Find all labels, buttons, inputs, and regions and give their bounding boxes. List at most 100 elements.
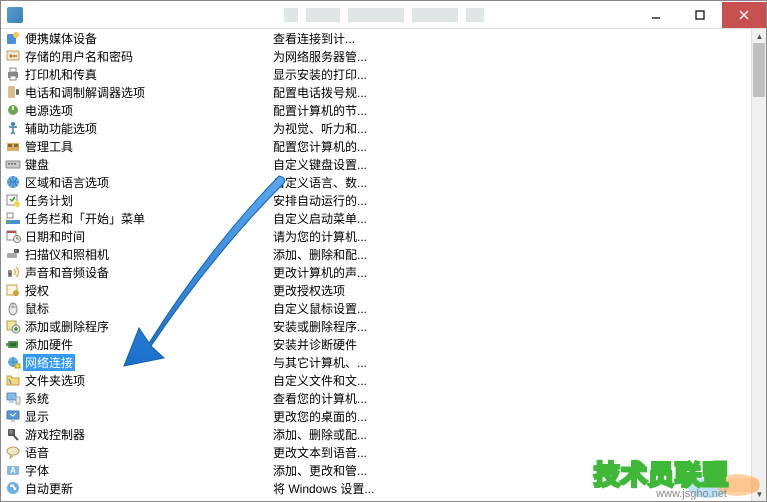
item-description: 自定义文件和文... [273, 372, 751, 389]
item-name: 辅助功能选项 [23, 120, 99, 137]
item-description: 安排自动运行的... [273, 192, 751, 209]
item-description: 添加、删除和配... [273, 246, 751, 263]
item-description: 自定义语言、数... [273, 174, 751, 191]
password-icon [5, 48, 21, 64]
list-row[interactable]: 显示 更改您的桌面的... [1, 407, 751, 425]
item-name: 日期和时间 [23, 228, 87, 245]
item-description: 配置您计算机的... [273, 138, 751, 155]
item-name: 电话和调制解调器选项 [23, 84, 147, 101]
item-description: 添加、删除或配... [273, 426, 751, 443]
item-name: 鼠标 [23, 300, 51, 317]
scrollbar[interactable]: ▲ ▼ [751, 29, 766, 501]
title-blurred [284, 8, 484, 22]
region-icon [5, 174, 21, 190]
list-row[interactable]: 任务栏和「开始」菜单自定义启动菜单... [1, 209, 751, 227]
item-name: 添加硬件 [23, 336, 75, 353]
list-row[interactable]: 日期和时间 请为您的计算机... [1, 227, 751, 245]
item-name: 网络连接 [23, 354, 75, 371]
list-row[interactable]: 存储的用户名和密码 为网络服务器管... [1, 47, 751, 65]
display-icon [5, 408, 21, 424]
item-description: 更改计算机的声... [273, 264, 751, 281]
item-description: 更改您的桌面的... [273, 408, 751, 425]
list-row[interactable]: 添加或删除程序 安装或删除程序... [1, 317, 751, 335]
list-row[interactable]: 辅助功能选项 为视觉、听力和... [1, 119, 751, 137]
item-name: 文件夹选项 [23, 372, 87, 389]
item-description: 为视觉、听力和... [273, 120, 751, 137]
list-row[interactable]: 便携媒体设备 查看连接到计... [1, 29, 751, 47]
network-icon [5, 354, 21, 370]
list-row[interactable]: 扫描仪和照相机 添加、删除和配... [1, 245, 751, 263]
content-area: 便携媒体设备 查看连接到计... 存储的用户名和密码 为网络服务器管...打印机和传真… [1, 29, 766, 501]
list-row[interactable]: 区域和语言选项 自定义语言、数... [1, 173, 751, 191]
list-row[interactable]: 鼠标 自定义鼠标设置... [1, 299, 751, 317]
list-row[interactable]: 任务计划安排自动运行的... [1, 191, 751, 209]
watermark-text: 技术员联盟 [594, 455, 729, 492]
item-name: 扫描仪和照相机 [23, 246, 111, 263]
list-row[interactable]: 游戏控制器 添加、删除或配... [1, 425, 751, 443]
game-icon [5, 426, 21, 442]
speech-icon [5, 444, 21, 460]
item-name: 语音 [23, 444, 51, 461]
maximize-button[interactable] [678, 2, 722, 28]
item-name: 便携媒体设备 [23, 30, 99, 47]
scroll-up-arrow[interactable]: ▲ [752, 29, 766, 43]
list-row[interactable]: 电话和调制解调器选项 配置电话拨号规... [1, 83, 751, 101]
list-row[interactable]: 添加硬件安装并诊断硬件 [1, 335, 751, 353]
titlebar [1, 1, 766, 29]
item-name: 电源选项 [23, 102, 75, 119]
item-name: 键盘 [23, 156, 51, 173]
item-description: 与其它计算机、... [273, 354, 751, 371]
window-frame: 便携媒体设备 查看连接到计... 存储的用户名和密码 为网络服务器管...打印机和传真… [0, 0, 767, 502]
item-name: 添加或删除程序 [23, 318, 111, 335]
datetime-icon [5, 228, 21, 244]
scanner-icon [5, 246, 21, 262]
task-icon [5, 192, 21, 208]
item-description: 请为您的计算机... [273, 228, 751, 245]
list-area[interactable]: 便携媒体设备 查看连接到计... 存储的用户名和密码 为网络服务器管...打印机和传真… [1, 29, 751, 501]
accessibility-icon [5, 120, 21, 136]
minimize-button[interactable] [634, 2, 678, 28]
power-icon [5, 102, 21, 118]
item-name: 声音和音频设备 [23, 264, 111, 281]
list-row[interactable]: 打印机和传真显示安装的打印... [1, 65, 751, 83]
list-row[interactable]: 声音和音频设备 更改计算机的声... [1, 263, 751, 281]
mouse-icon [5, 300, 21, 316]
programs-icon [5, 318, 21, 334]
list-row[interactable]: 键盘 自定义键盘设置... [1, 155, 751, 173]
scrollbar-thumb[interactable] [753, 43, 765, 97]
item-description: 为网络服务器管... [273, 48, 751, 65]
item-name: 字体 [23, 462, 51, 479]
item-name: 游戏控制器 [23, 426, 87, 443]
license-icon [5, 282, 21, 298]
app-icon [7, 7, 23, 23]
printer-icon [5, 66, 21, 82]
list-row[interactable]: 电源选项配置计算机的节... [1, 101, 751, 119]
item-name: 存储的用户名和密码 [23, 48, 135, 65]
system-icon [5, 390, 21, 406]
close-button[interactable] [722, 2, 766, 28]
sound-icon [5, 264, 21, 280]
list-row[interactable]: 文件夹选项 自定义文件和文... [1, 371, 751, 389]
phone-icon [5, 84, 21, 100]
list-row[interactable]: 管理工具配置您计算机的... [1, 137, 751, 155]
item-description: 安装或删除程序... [273, 318, 751, 335]
item-description: 配置电话拨号规... [273, 84, 751, 101]
item-name: 系统 [23, 390, 51, 407]
list-row[interactable]: 网络连接 与其它计算机、... [1, 353, 751, 371]
item-description: 查看您的计算机... [273, 390, 751, 407]
item-name: 自动更新 [23, 480, 75, 497]
taskbar-icon [5, 210, 21, 226]
item-name: 区域和语言选项 [23, 174, 111, 191]
list-row[interactable]: 系统 查看您的计算机... [1, 389, 751, 407]
item-name: 显示 [23, 408, 51, 425]
hardware-icon [5, 336, 21, 352]
keyboard-icon [5, 156, 21, 172]
watermark-logo: 技术员联盟 [594, 455, 729, 492]
portable-media-icon [5, 30, 21, 46]
item-description: 自定义键盘设置... [273, 156, 751, 173]
font-icon: A [5, 462, 21, 478]
item-description: 查看连接到计... [273, 30, 751, 47]
update-icon [5, 480, 21, 496]
item-description: 自定义鼠标设置... [273, 300, 751, 317]
list-row[interactable]: 授权更改授权选项 [1, 281, 751, 299]
